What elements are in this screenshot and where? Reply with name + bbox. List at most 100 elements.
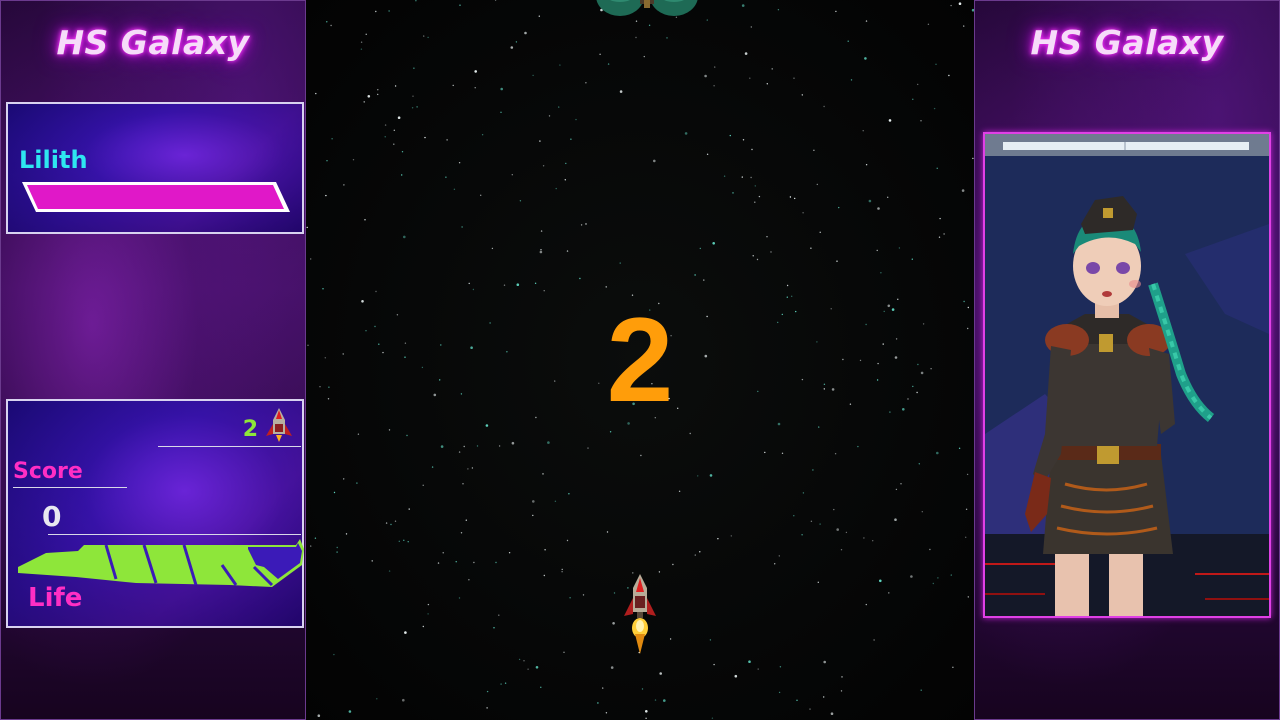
star [713,663,715,666]
star [823,105,825,108]
star [384,136,386,138]
star [306,226,308,229]
star [794,197,796,200]
character-portrait-art [985,134,1269,616]
star [566,250,569,252]
star [390,523,392,526]
star [534,282,537,284]
star [895,488,898,491]
star [770,251,772,253]
star [402,698,405,702]
star [367,95,371,98]
star [948,74,950,77]
star [653,159,656,163]
star [388,429,391,431]
star [357,433,360,435]
star [561,571,563,573]
star [777,422,781,426]
star [689,432,691,435]
star [704,74,707,78]
star [398,540,400,542]
star [486,707,488,709]
star [894,518,897,521]
life-label: Life [28,583,83,613]
star [694,274,696,276]
star [835,10,837,13]
star [333,491,336,494]
star [818,426,820,428]
star [561,568,563,571]
star [570,138,572,140]
star [473,561,475,564]
star [672,563,674,566]
star [786,284,789,287]
star [920,689,922,691]
star [310,258,312,260]
star [717,538,719,540]
star [932,582,934,585]
star [375,290,377,293]
star [401,174,403,176]
star [471,467,474,469]
star [823,696,825,698]
star [415,0,417,2]
star [384,124,387,126]
star [678,490,681,492]
star [645,717,647,719]
star [333,653,335,656]
star [706,153,709,155]
star [510,46,514,49]
star [535,666,539,669]
playfield[interactable]: 2 [306,0,974,720]
star [666,37,668,39]
star [412,95,414,97]
star [751,148,753,151]
star [343,478,345,480]
star [518,658,521,661]
star [385,522,388,524]
star [393,129,395,131]
star [812,469,814,471]
star [467,468,469,470]
star [694,554,696,556]
star [706,19,708,21]
star [659,672,662,675]
star [781,452,784,454]
star [540,230,543,232]
lives-divider [158,446,301,447]
star [802,212,804,214]
star [376,698,378,700]
star [452,84,454,87]
star [568,493,570,495]
star [485,424,489,427]
star [565,162,567,165]
star [862,130,864,132]
star [838,206,840,209]
star [850,79,853,81]
star [635,36,637,39]
star [712,242,715,245]
star [810,520,813,522]
star [325,194,327,197]
star [455,561,457,563]
star [579,277,581,280]
star [741,4,745,7]
star [336,551,338,553]
star [816,183,818,186]
star [607,63,610,65]
star [317,714,321,717]
star [465,519,467,521]
star [463,445,465,448]
star [764,451,766,454]
star [461,226,463,228]
star [654,699,657,701]
star [771,68,773,70]
countdown-number: 2 [606,293,674,427]
star [750,26,752,28]
star [961,189,965,192]
boss-info-box: Lilith [6,102,304,234]
star [741,176,743,178]
star [462,483,464,485]
star [394,85,397,87]
star [865,603,867,606]
